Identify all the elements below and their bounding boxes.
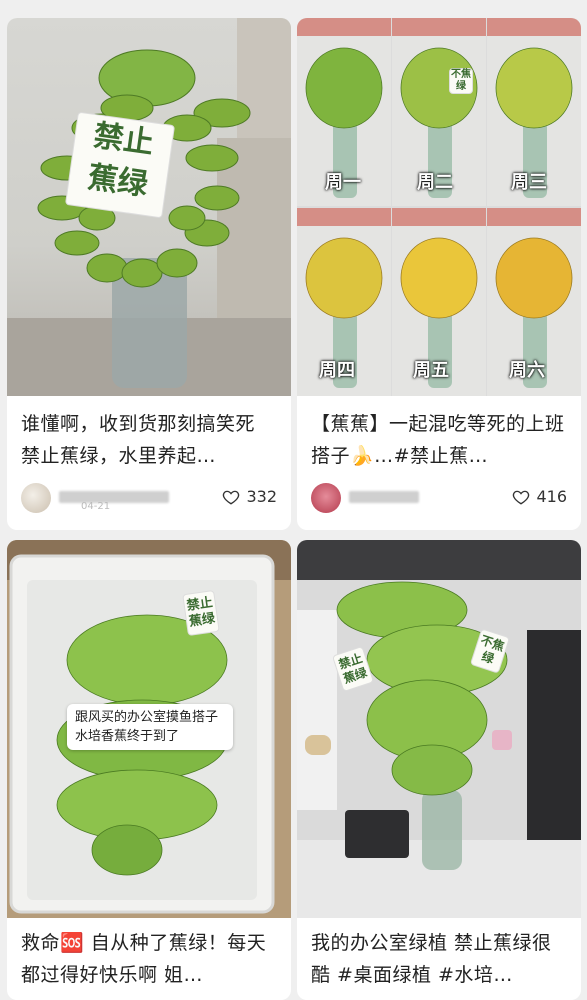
post-title-2[interactable]: 【蕉蕉】一起混吃等死的上班搭子🍌…#禁止蕉… bbox=[311, 408, 571, 472]
day-label-wed: 周三 bbox=[511, 172, 547, 193]
post-image-3[interactable]: 禁止蕉绿 跟风买的办公室摸鱼搭子水培香蕉终于到了 bbox=[7, 540, 291, 918]
post-image-2[interactable]: 不焦绿 周一 周二 周三 周四 周五 周六 bbox=[297, 18, 581, 396]
day-label-thu: 周四 bbox=[319, 360, 355, 381]
avatar[interactable] bbox=[21, 483, 51, 513]
banana-tag: 禁止蕉绿 bbox=[182, 589, 220, 637]
day-label-fri: 周五 bbox=[413, 360, 449, 381]
avatar[interactable] bbox=[311, 483, 341, 513]
author-name[interactable] bbox=[59, 491, 169, 503]
banana-week-collage bbox=[297, 18, 581, 396]
post-card-1[interactable]: 禁止 蕉绿 谁懂啊，收到货那刻搞笑死 禁止蕉绿，水里养起… 04-21 332 bbox=[7, 18, 291, 530]
like-button[interactable]: 416 bbox=[512, 487, 567, 506]
post-meta-1: 04-21 332 bbox=[21, 483, 277, 513]
heart-icon bbox=[513, 490, 530, 505]
post-date: 04-21 bbox=[81, 501, 111, 512]
post-card-4[interactable]: 禁止蕉绿 不焦绿 我的办公室绿植 禁止蕉绿很酷 #桌面绿植 #水培… bbox=[297, 540, 581, 1000]
post-title-3[interactable]: 救命🆘 自从种了蕉绿！每天都过得好快乐啊 姐… bbox=[21, 927, 281, 991]
day-label-mon: 周一 bbox=[325, 172, 361, 193]
like-count: 416 bbox=[536, 487, 567, 506]
day-label-tue: 周二 bbox=[417, 172, 453, 193]
heart-icon bbox=[223, 490, 240, 505]
like-button[interactable]: 332 bbox=[222, 487, 277, 506]
post-card-3[interactable]: 禁止蕉绿 跟风买的办公室摸鱼搭子水培香蕉终于到了 救命🆘 自从种了蕉绿！每天都过… bbox=[7, 540, 291, 1000]
day-label-sat: 周六 bbox=[509, 360, 545, 381]
post-image-4[interactable]: 禁止蕉绿 不焦绿 bbox=[297, 540, 581, 918]
author-name[interactable] bbox=[349, 491, 419, 503]
banana-tag: 禁止 蕉绿 bbox=[64, 111, 176, 219]
banana-tag-small: 不焦绿 bbox=[449, 68, 473, 94]
post-card-2[interactable]: 不焦绿 周一 周二 周三 周四 周五 周六 【蕉蕉】一起混吃等死的上班搭子🍌…#… bbox=[297, 18, 581, 530]
post-title-1[interactable]: 谁懂啊，收到货那刻搞笑死 禁止蕉绿，水里养起… bbox=[21, 408, 281, 472]
post-meta-2: 416 bbox=[311, 483, 567, 513]
caption-sticker: 跟风买的办公室摸鱼搭子水培香蕉终于到了 bbox=[67, 704, 233, 750]
like-count: 332 bbox=[246, 487, 277, 506]
post-title-4[interactable]: 我的办公室绿植 禁止蕉绿很酷 #桌面绿植 #水培… bbox=[311, 927, 571, 991]
desk-banana-photo bbox=[297, 540, 581, 918]
post-image-1[interactable]: 禁止 蕉绿 bbox=[7, 18, 291, 396]
